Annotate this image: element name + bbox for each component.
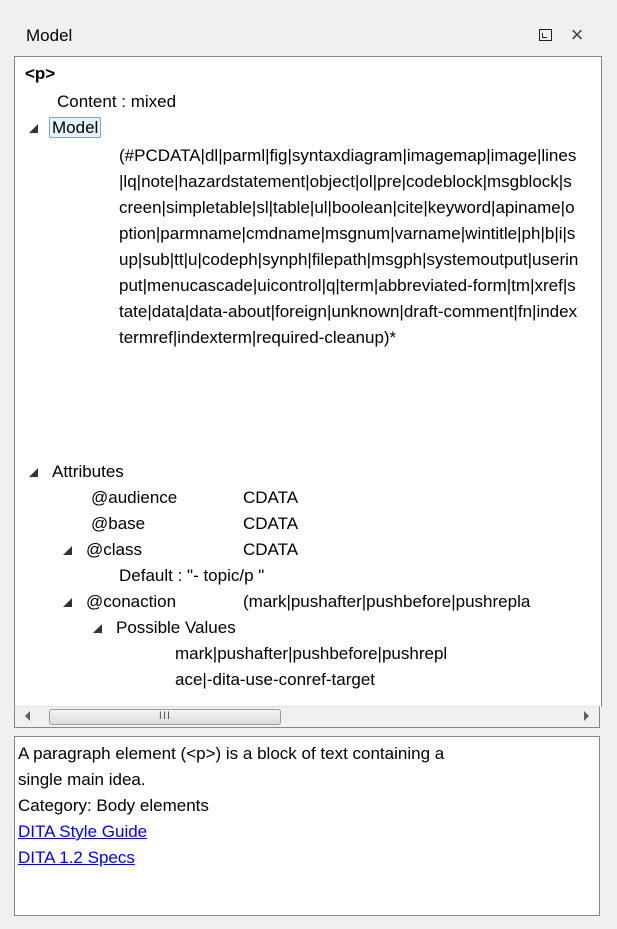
scroll-right-icon[interactable] (584, 711, 589, 721)
content-type: Content : mixed (57, 92, 177, 111)
attribute-type: (mark|pushafter|pushbefore|pushrepla (243, 592, 531, 611)
attributes-node[interactable]: Attributes (29, 459, 124, 485)
horizontal-scrollbar[interactable]: III (14, 706, 600, 728)
description-text: A paragraph element (<p>) is a block of … (18, 744, 445, 763)
restore-icon[interactable] (532, 22, 558, 48)
description-text-cont: single main idea. (18, 770, 146, 789)
category-text: Category: Body elements (18, 796, 209, 815)
model-label[interactable]: Model (49, 117, 102, 138)
description-panel: A paragraph element (<p>) is a block of … (14, 736, 600, 916)
model-view-panel: Model × <p> Content : mixed Model (#PCDA… (0, 0, 617, 929)
scroll-left-icon[interactable] (25, 711, 30, 721)
attribute-row[interactable]: @base CDATA (91, 511, 571, 537)
element-name: <p> (25, 64, 56, 83)
expand-triangle-icon[interactable] (93, 624, 102, 634)
expand-triangle-icon[interactable] (29, 468, 38, 478)
attribute-name: @audience (91, 488, 178, 507)
attribute-name: @conaction (86, 592, 177, 611)
model-node[interactable]: Model (29, 115, 102, 141)
attribute-type: CDATA (243, 514, 299, 533)
attributes-label: Attributes (52, 462, 124, 481)
expand-triangle-icon[interactable] (63, 598, 72, 608)
attribute-type: CDATA (243, 540, 299, 559)
attribute-name: @class (86, 540, 142, 559)
attribute-row[interactable]: @conaction (mark|pushafter|pushbefore|pu… (63, 589, 601, 615)
model-tree[interactable]: <p> Content : mixed Model (#PCDATA|dl|pa… (14, 56, 602, 707)
attribute-row[interactable]: @class CDATA (63, 537, 571, 563)
attribute-row[interactable]: @audience CDATA (91, 485, 571, 511)
panel-titlebar: Model × (12, 16, 602, 54)
attribute-name: @base (91, 514, 146, 533)
class-default: Default : "- topic/p " (119, 566, 265, 585)
expand-triangle-icon[interactable] (29, 124, 38, 134)
possible-values-cont: ace|-dita-use-conref-target (175, 670, 376, 689)
expand-triangle-icon[interactable] (63, 546, 72, 556)
possible-values-node[interactable]: Possible Values (93, 615, 236, 641)
close-icon[interactable]: × (564, 22, 590, 48)
dita-specs-link[interactable]: DITA 1.2 Specs (18, 845, 596, 871)
scrollbar-thumb[interactable]: III (49, 709, 281, 725)
model-value: (#PCDATA|dl|parml|fig|syntaxdiagram|imag… (119, 146, 579, 347)
possible-values: mark|pushafter|pushbefore|pushrepl (175, 644, 448, 663)
attribute-type: CDATA (243, 488, 299, 507)
dita-style-guide-link[interactable]: DITA Style Guide (18, 819, 596, 845)
panel-title: Model (26, 26, 73, 45)
possible-values-label: Possible Values (116, 618, 236, 637)
